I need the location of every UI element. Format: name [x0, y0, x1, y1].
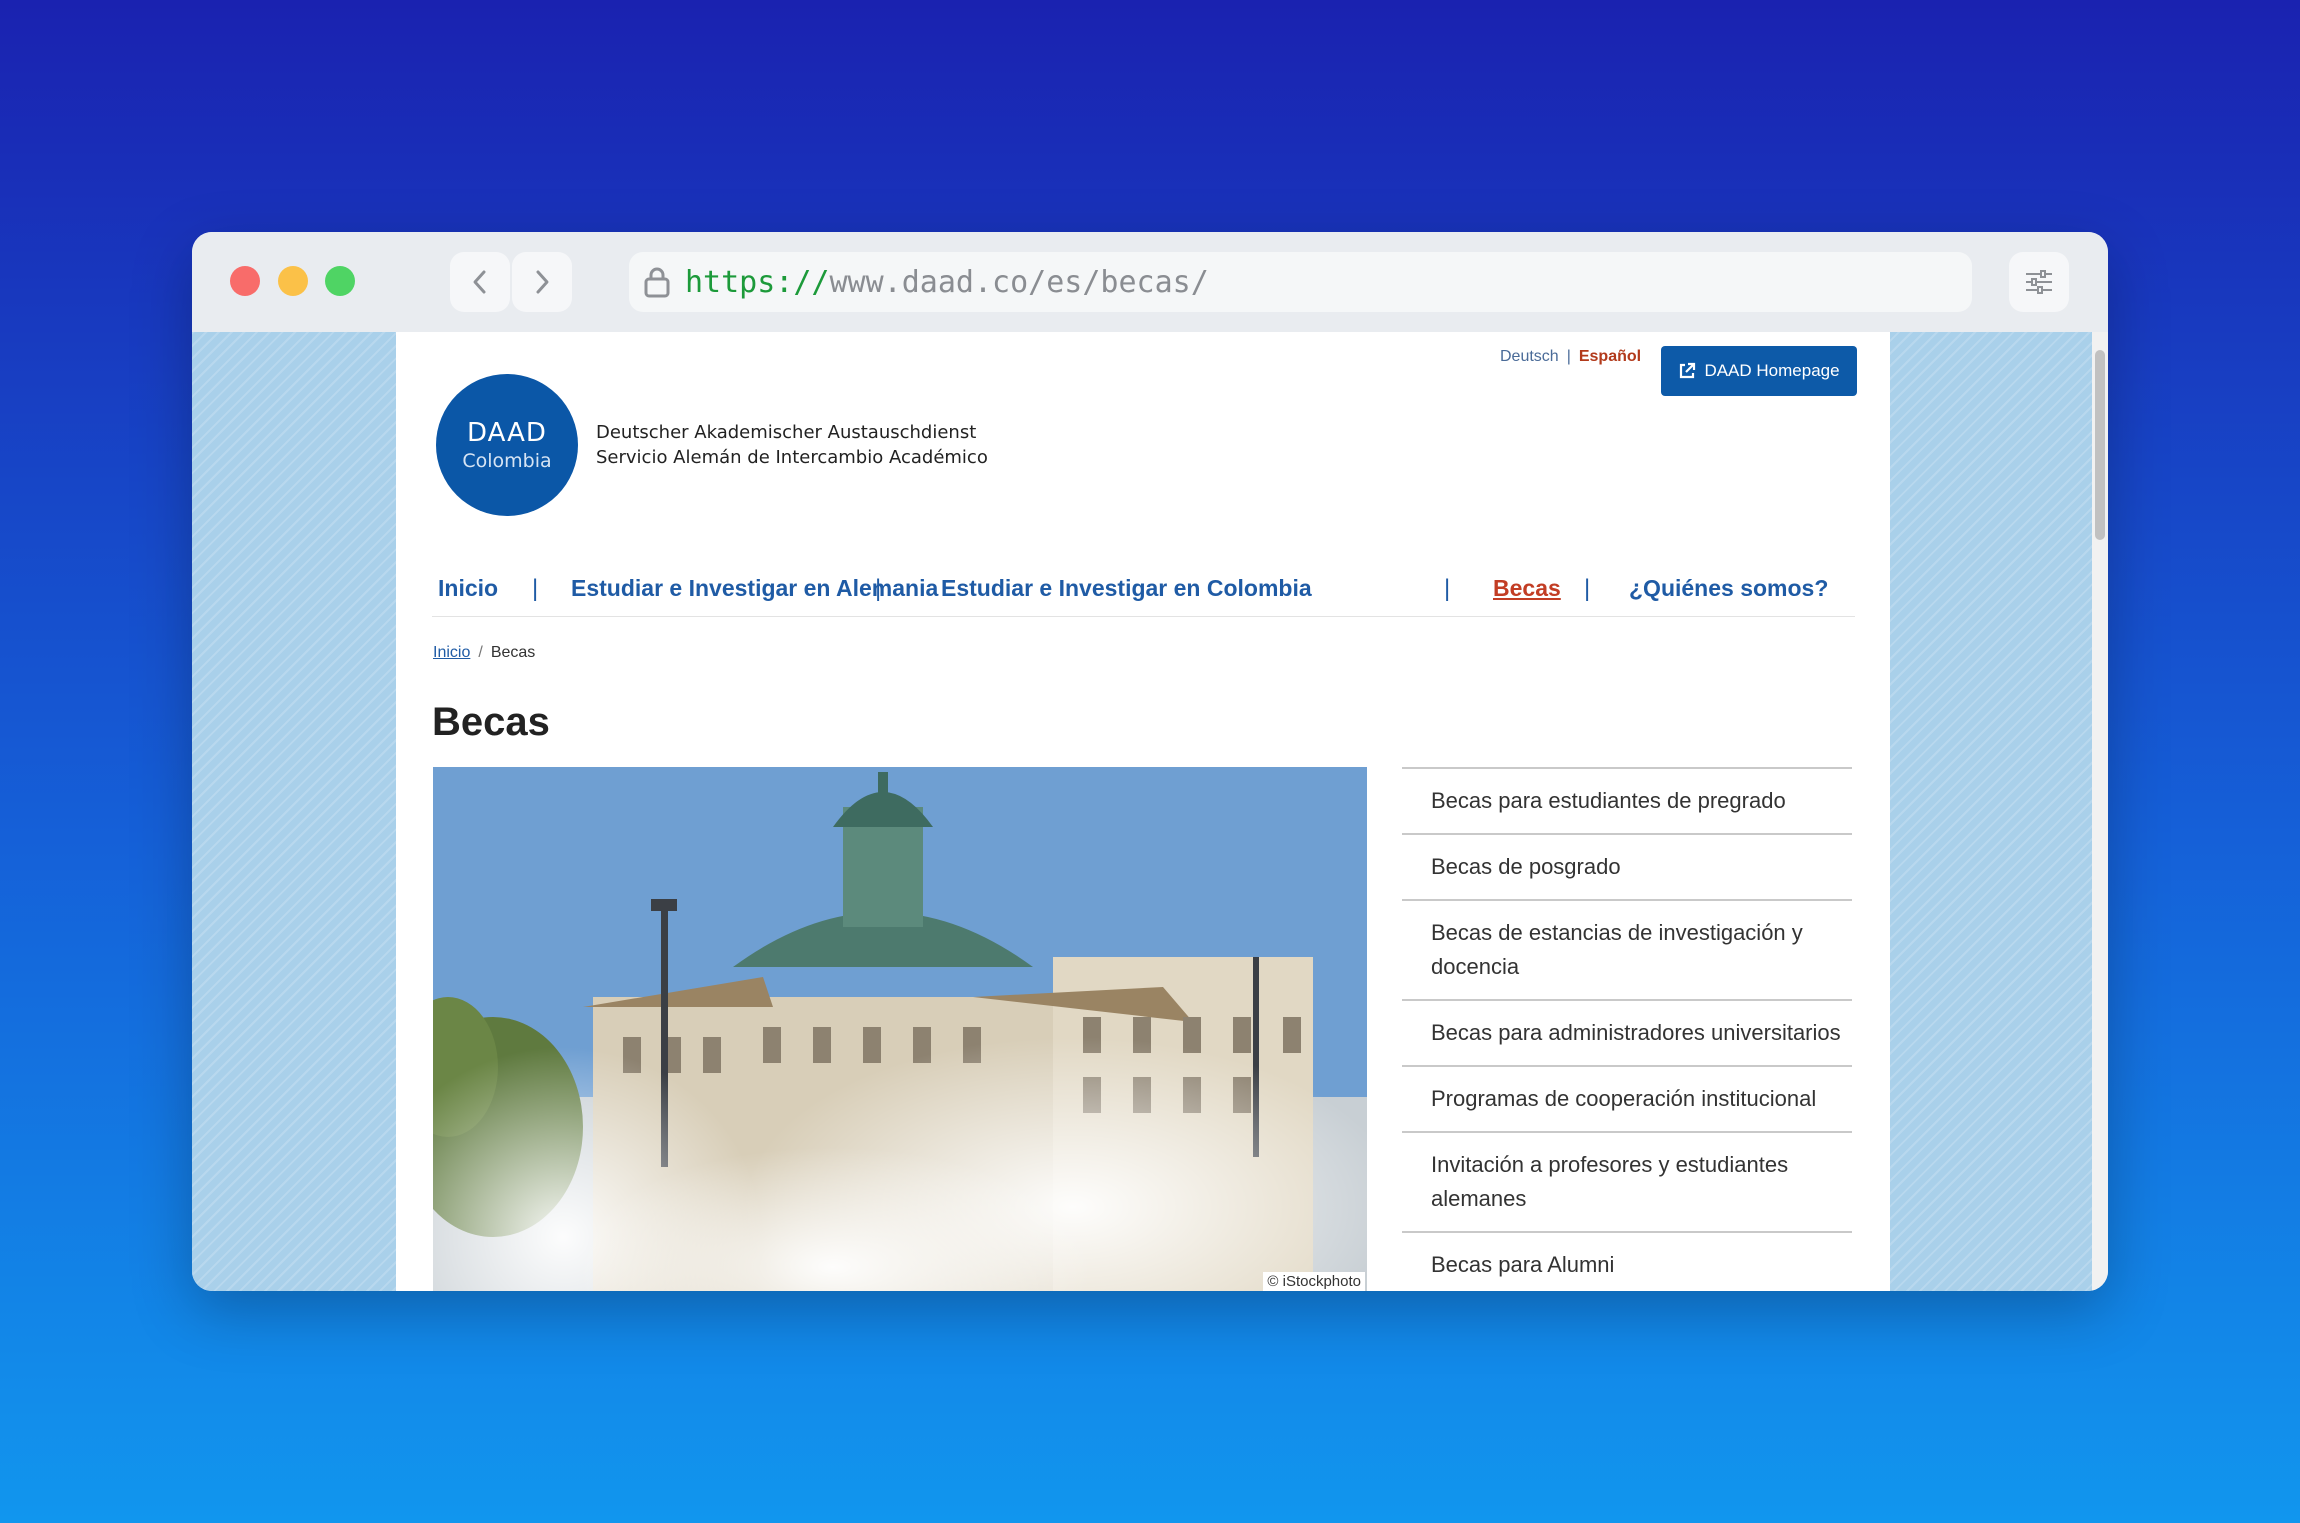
page-scrollbar[interactable]: [2092, 332, 2108, 1291]
nav-item-inicio[interactable]: Inicio: [438, 575, 498, 602]
forward-button[interactable]: [512, 252, 572, 312]
building-fountain-illustration: [433, 767, 1367, 1291]
lock-icon: [644, 267, 670, 298]
submenu-item[interactable]: Becas de estancias de investigación y do…: [1402, 899, 1852, 999]
breadcrumb-inicio-link[interactable]: Inicio: [433, 644, 470, 661]
submenu-item[interactable]: Programas de cooperación institucional: [1402, 1065, 1852, 1131]
organization-name: Deutscher Akademischer Austauschdienst S…: [596, 420, 988, 470]
maximize-window-button[interactable]: [325, 266, 355, 296]
nav-separator: |: [1444, 575, 1451, 602]
breadcrumb-current: Becas: [490, 644, 536, 661]
logo-text-colombia: Colombia: [462, 450, 552, 472]
daad-homepage-label: DAAD Homepage: [1704, 361, 1840, 380]
submenu-item[interactable]: Becas para Alumni: [1402, 1231, 1852, 1291]
submenu-item[interactable]: Becas para administradores universitario…: [1402, 999, 1852, 1065]
settings-button[interactable]: [2009, 252, 2069, 312]
main-navigation: Inicio | Estudiar e Investigar en Aleman…: [432, 569, 1855, 617]
scholarship-submenu: Becas para estudiantes de pregrado Becas…: [1402, 767, 1852, 1291]
browser-toolbar: https://www.daad.co/es/becas/: [192, 232, 2108, 332]
nav-item-becas[interactable]: Becas: [1493, 575, 1561, 602]
nav-separator: |: [875, 575, 882, 602]
org-name-german: Deutscher Akademischer Austauschdienst: [596, 422, 977, 443]
page-viewport: Deutsch | Español DAAD Homepage DAAD Colom…: [192, 332, 2092, 1291]
submenu-item[interactable]: Becas de posgrado: [1402, 833, 1852, 899]
breadcrumb: Inicio / Becas: [433, 644, 535, 662]
daad-logo[interactable]: DAAD Colombia: [436, 374, 578, 516]
language-switcher: Deutsch | Español: [1500, 348, 1641, 366]
submenu-item[interactable]: Becas para estudiantes de pregrado: [1402, 767, 1852, 833]
daad-homepage-button[interactable]: DAAD Homepage: [1661, 346, 1857, 396]
lang-deutsch-link[interactable]: Deutsch: [1500, 348, 1559, 365]
page-title: Becas: [432, 700, 550, 744]
back-button[interactable]: [450, 252, 510, 312]
browser-window: https://www.daad.co/es/becas/ Deutsch | Es…: [192, 232, 2108, 1291]
nav-separator: |: [1584, 575, 1591, 602]
chevron-left-icon: [473, 270, 486, 294]
submenu-item[interactable]: Invitación a profesores y estudiantes al…: [1402, 1131, 1852, 1231]
nav-item-estudiar-alemania[interactable]: Estudiar e Investigar en Alemania: [571, 575, 938, 602]
logo-text-daad: DAAD: [467, 418, 547, 448]
scrollbar-thumb[interactable]: [2095, 350, 2105, 540]
external-link-icon: [1680, 362, 1696, 379]
nav-item-estudiar-colombia[interactable]: Estudiar e Investigar en Colombia: [941, 575, 1312, 602]
lang-espanol-link[interactable]: Español: [1579, 348, 1641, 365]
breadcrumb-separator: /: [478, 644, 483, 661]
lang-separator: |: [1566, 348, 1571, 365]
chevron-right-icon: [536, 270, 549, 294]
sliders-icon: [2026, 270, 2052, 294]
org-name-spanish: Servicio Alemán de Intercambio Académico: [596, 447, 988, 468]
nav-separator: |: [532, 575, 539, 602]
page-content: Deutsch | Español DAAD Homepage DAAD Colom…: [396, 332, 1890, 1291]
close-window-button[interactable]: [230, 266, 260, 296]
hero-image: © iStockphoto: [433, 767, 1367, 1291]
nav-item-quienes-somos[interactable]: ¿Quiénes somos?: [1629, 575, 1828, 602]
url-text: https://www.daad.co/es/becas/: [685, 264, 1209, 300]
minimize-window-button[interactable]: [278, 266, 308, 296]
image-credit: © iStockphoto: [1263, 1272, 1365, 1291]
address-bar[interactable]: https://www.daad.co/es/becas/: [629, 252, 1972, 312]
